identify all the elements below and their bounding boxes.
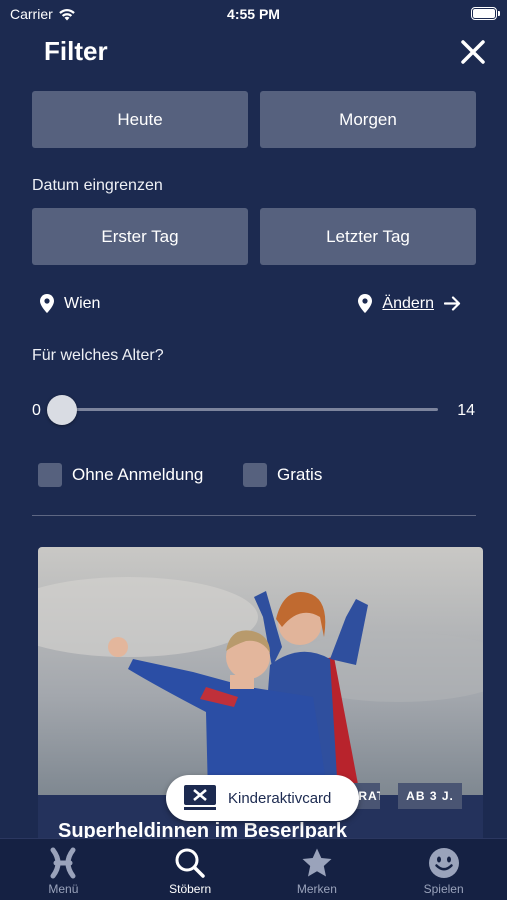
- status-time: 4:55 PM: [227, 6, 280, 22]
- date-range-label: Datum eingrenzen: [32, 177, 163, 194]
- x-logo-icon: [50, 847, 76, 879]
- card-icon: [184, 785, 216, 810]
- free-label: Gratis: [277, 465, 323, 484]
- change-location-label[interactable]: Ändern: [382, 295, 434, 313]
- kinderaktivcard-label: Kinderaktivcard: [228, 789, 332, 807]
- tomorrow-button[interactable]: Morgen: [260, 91, 476, 148]
- battery-icon: [471, 7, 500, 20]
- star-icon: [302, 848, 332, 877]
- smiley-icon: [428, 848, 459, 878]
- location-pin-icon: [40, 294, 54, 313]
- location-current: Wien: [40, 294, 100, 313]
- no-registration-checkbox[interactable]: [38, 463, 62, 487]
- last-day-button[interactable]: Letzter Tag: [260, 208, 476, 265]
- no-registration-label: Ohne Anmeldung: [72, 465, 204, 484]
- search-icon: [175, 848, 205, 878]
- free-option[interactable]: Gratis: [243, 463, 322, 487]
- tab-browse[interactable]: Stöbern: [127, 839, 254, 900]
- tab-menu-label: Menü: [48, 882, 79, 896]
- tab-bookmarks[interactable]: Merken: [254, 839, 381, 900]
- change-location-link[interactable]: Ändern: [358, 294, 461, 313]
- no-registration-option[interactable]: Ohne Anmeldung: [38, 463, 203, 487]
- location-city: Wien: [64, 294, 101, 312]
- tab-browse-label: Stöbern: [169, 882, 212, 896]
- kinderaktivcard-button[interactable]: Kinderaktivcard: [166, 775, 359, 821]
- age-tag: AB 3 J.: [398, 783, 462, 809]
- age-label: Für welches Alter?: [32, 347, 164, 364]
- tab-bar: Menü Stöbern Merken Spielen: [0, 838, 507, 900]
- tab-play[interactable]: Spielen: [380, 839, 507, 900]
- age-slider-track[interactable]: [60, 408, 438, 411]
- close-icon[interactable]: [459, 38, 487, 66]
- location-pin-icon: [358, 294, 373, 313]
- tab-play-label: Spielen: [423, 882, 464, 896]
- divider: [32, 515, 476, 516]
- status-bar: Carrier 4:55 PM: [0, 0, 507, 30]
- event-photo: [38, 547, 483, 795]
- first-day-button[interactable]: Erster Tag: [32, 208, 248, 265]
- page-title: Filter: [44, 36, 108, 66]
- tab-menu[interactable]: Menü: [0, 839, 127, 900]
- age-slider-thumb[interactable]: [47, 395, 77, 425]
- today-button[interactable]: Heute: [32, 91, 248, 148]
- tab-bookmarks-label: Merken: [296, 882, 337, 896]
- free-checkbox[interactable]: [243, 463, 267, 487]
- arrow-right-icon: [444, 296, 461, 311]
- age-min-value: 0: [32, 402, 41, 419]
- age-max-value: 14: [457, 402, 475, 419]
